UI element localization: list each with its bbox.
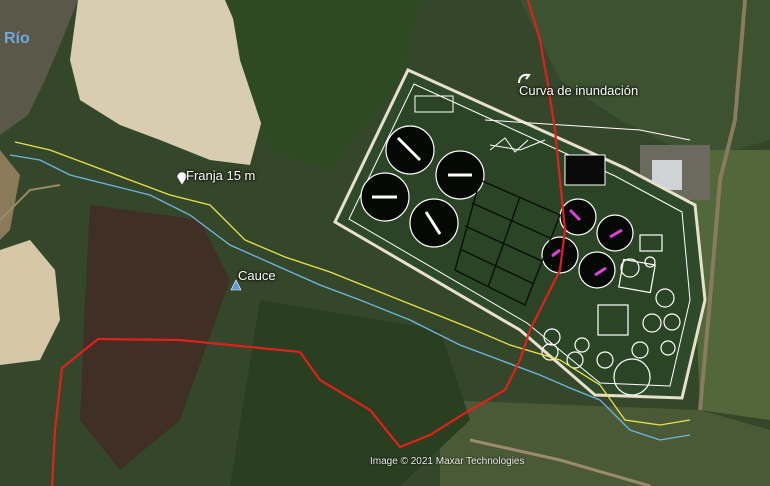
map-imagery	[0, 0, 770, 486]
river-label: Río	[4, 30, 30, 47]
strip-label: Franja 15 m	[186, 168, 256, 183]
satellite-map[interactable]: Río Curva de inundación Franja 15 m Cauc…	[0, 0, 770, 486]
flood-curve-label: Curva de inundación	[519, 83, 639, 98]
channel-label: Cauce	[238, 268, 276, 283]
imagery-attribution: Image © 2021 Maxar Technologies	[370, 456, 525, 467]
